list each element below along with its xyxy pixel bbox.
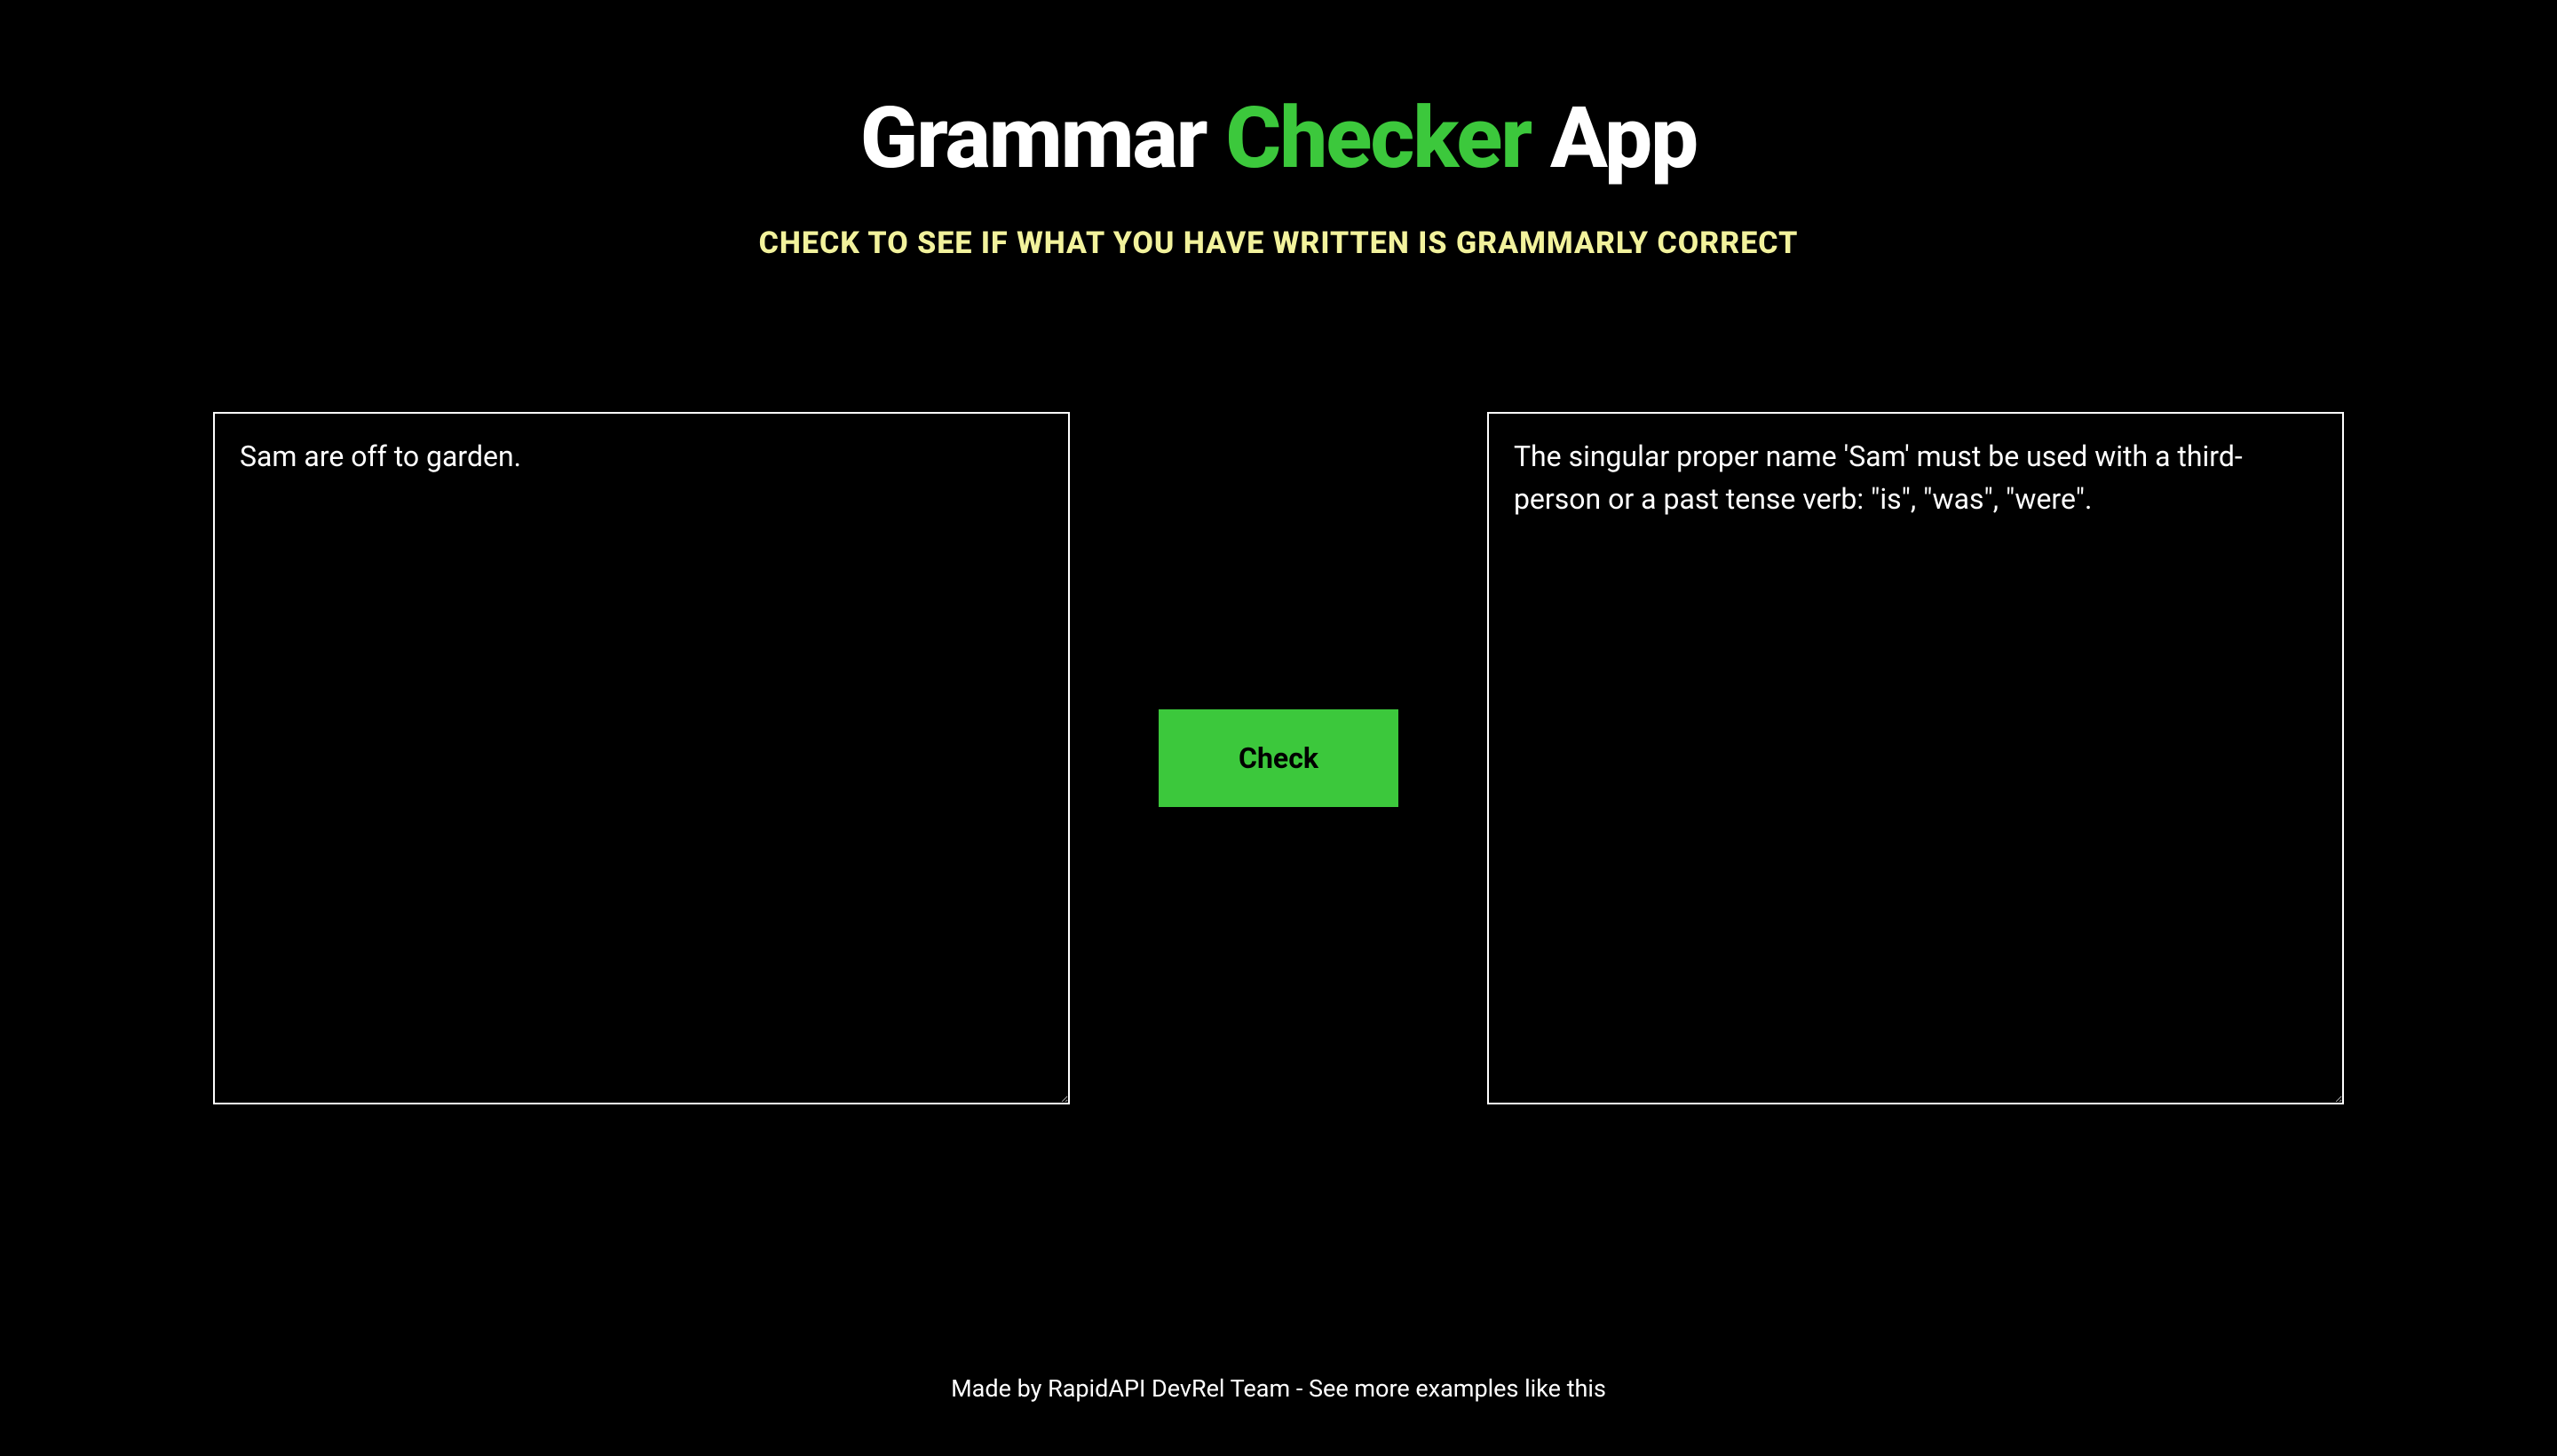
output-textarea[interactable] <box>1487 412 2344 1104</box>
main-content: Check <box>0 412 2557 1104</box>
title-accent: Checker <box>1225 89 1531 188</box>
page-subtitle: CHECK TO SEE IF WHAT YOU HAVE WRITTEN IS… <box>759 226 1799 261</box>
footer-link[interactable]: See more examples like this <box>1309 1374 1606 1403</box>
input-textarea[interactable] <box>213 412 1070 1104</box>
footer-text: Made by RapidAPI DevRel Team - <box>951 1374 1309 1403</box>
title-part1: Grammar <box>860 89 1226 188</box>
footer: Made by RapidAPI DevRel Team - See more … <box>951 1374 1606 1456</box>
check-button[interactable]: Check <box>1159 709 1398 807</box>
title-part2: App <box>1531 89 1697 188</box>
page-title: Grammar Checker App <box>759 89 1799 188</box>
header: Grammar Checker App CHECK TO SEE IF WHAT… <box>759 89 1799 261</box>
